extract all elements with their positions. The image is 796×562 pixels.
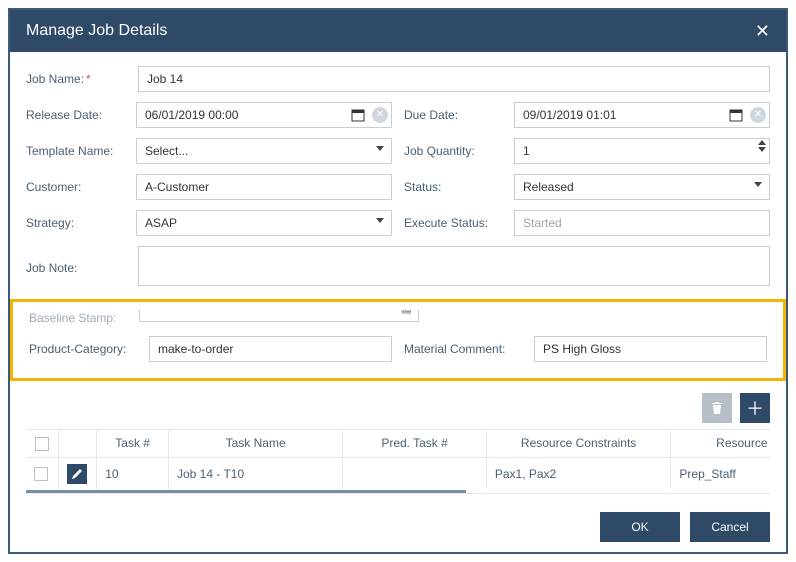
label-status: Status: [404, 180, 504, 194]
label-due-date: Due Date: [404, 108, 504, 122]
job-name-input[interactable] [138, 66, 770, 92]
column-resource-groups: Resource Groups [671, 430, 770, 458]
label-execute-status: Execute Status: [404, 216, 504, 230]
highlighted-section: Baseline Stamp: ▦ Product-Category: Mate… [10, 299, 786, 381]
titlebar: Manage Job Details ✕ [10, 10, 786, 52]
customer-input[interactable] [136, 174, 392, 200]
calendar-icon[interactable] [728, 107, 744, 123]
delete-row-button[interactable] [702, 393, 732, 423]
job-quantity-stepper[interactable] [514, 138, 770, 164]
table-row[interactable]: 10 Job 14 - T10 Pax1, Pax2 Prep_Staff [26, 457, 770, 490]
label-product-category: Product-Category: [29, 342, 139, 356]
add-row-button[interactable]: ＋ [740, 393, 770, 423]
execute-status-field [514, 210, 770, 236]
close-icon[interactable]: ✕ [755, 21, 770, 42]
calendar-icon: ▦ [401, 310, 412, 315]
tasks-table: Task # Task Name Pred. Task # Resource C… [26, 429, 770, 494]
step-up-icon[interactable] [758, 140, 766, 145]
trash-icon [710, 401, 724, 415]
label-template-name: Template Name: [26, 144, 126, 158]
step-down-icon[interactable] [758, 147, 766, 152]
pencil-icon [71, 468, 83, 480]
label-material-comment: Material Comment: [404, 342, 524, 356]
label-customer: Customer: [26, 180, 126, 194]
product-category-input[interactable] [149, 336, 392, 362]
clear-icon[interactable]: ✕ [750, 107, 766, 123]
dialog-frame: Manage Job Details ✕ Job Name:* Release … [8, 8, 788, 554]
label-job-note: Job Note: [26, 261, 126, 275]
material-comment-input[interactable] [534, 336, 767, 362]
row-checkbox[interactable] [34, 467, 48, 481]
column-pred-task: Pred. Task # [343, 430, 487, 458]
label-strategy: Strategy: [26, 216, 126, 230]
label-job-quantity: Job Quantity: [404, 144, 504, 158]
cell-task-name: Job 14 - T10 [169, 457, 343, 490]
column-task-name: Task Name [169, 430, 343, 458]
label-job-name: Job Name:* [26, 72, 126, 86]
cell-res-constraints: Pax1, Pax2 [486, 457, 671, 490]
column-task-num: Task # [97, 430, 169, 458]
label-release-date: Release Date: [26, 108, 126, 122]
status-select[interactable] [514, 174, 770, 200]
cell-task-num: 10 [97, 457, 169, 490]
cell-res-groups: Prep_Staff [671, 457, 770, 490]
select-all-checkbox[interactable] [35, 437, 49, 451]
plus-icon: ＋ [746, 395, 764, 421]
edit-row-button[interactable] [67, 464, 87, 484]
ok-button[interactable]: OK [600, 512, 680, 542]
job-note-textarea[interactable] [138, 246, 770, 286]
clear-icon[interactable]: ✕ [372, 107, 388, 123]
baseline-stamp-row: Baseline Stamp: ▦ [29, 310, 767, 326]
label-baseline-stamp: Baseline Stamp: [29, 311, 129, 325]
table-toolbar: ＋ [26, 393, 770, 423]
cancel-button[interactable]: Cancel [690, 512, 770, 542]
dialog-body: Job Name:* Release Date: ✕ Due Date: [10, 52, 786, 550]
calendar-icon[interactable] [350, 107, 366, 123]
column-resource-constraints: Resource Constraints [486, 430, 671, 458]
dialog-actions: OK Cancel [26, 512, 770, 542]
table-scroll-indicator [26, 490, 466, 493]
table-header-row: Task # Task Name Pred. Task # Resource C… [26, 430, 770, 458]
baseline-stamp-field[interactable]: ▦ [139, 310, 419, 322]
dialog-title: Manage Job Details [26, 22, 167, 40]
cell-pred-task [343, 457, 487, 490]
template-name-select[interactable] [136, 138, 392, 164]
strategy-select[interactable] [136, 210, 392, 236]
